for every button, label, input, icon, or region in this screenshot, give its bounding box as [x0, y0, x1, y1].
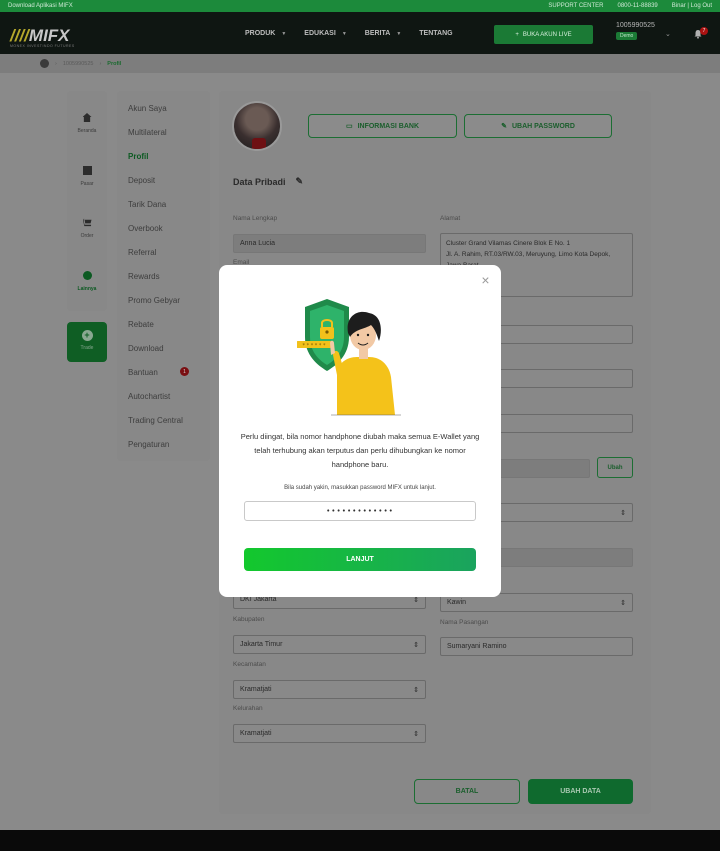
pasangan-field[interactable]: Sumaryani Ramino [440, 637, 633, 656]
breadcrumb-separator: › [55, 60, 57, 67]
left-nav-pasar[interactable]: Pasar [67, 166, 107, 187]
kelurahan-label: Kelurahan [233, 705, 263, 712]
submenu-overbook[interactable]: Overbook [128, 224, 163, 233]
submenu-promo-gebyar[interactable]: Promo Gebyar [128, 296, 180, 305]
kabupaten-select[interactable]: Jakarta Timur ⇕ [233, 635, 426, 654]
submenu-bantuan[interactable]: Bantuan [128, 368, 158, 377]
chevron-down-icon: ▼ [396, 30, 402, 37]
market-icon [82, 166, 92, 175]
submenu-tarik-dana[interactable]: Tarik Dana [128, 200, 166, 209]
pasangan-label: Nama Pasangan [440, 619, 489, 626]
submenu-multilateral[interactable]: Multilateral [128, 128, 167, 137]
continue-button[interactable]: LANJUT [244, 548, 476, 571]
submenu-rewards[interactable]: Rewards [128, 272, 160, 281]
left-nav-beranda[interactable]: Beranda [67, 113, 107, 134]
logo-wordmark: ////MIFX [10, 26, 70, 45]
support-center-link[interactable]: SUPPORT CENTER [548, 3, 603, 9]
left-nav-order[interactable]: Order [67, 218, 107, 239]
more-icon [82, 271, 92, 280]
bantuan-badge: 1 [180, 367, 189, 376]
chevron-down-icon: ▼ [281, 30, 287, 37]
top-info-bar: Download Aplikasi MIFX SUPPORT CENTER 08… [0, 0, 720, 12]
svg-text:* * * * * *: * * * * * * [303, 343, 326, 349]
submenu-profil[interactable]: Profil [128, 152, 148, 161]
close-icon[interactable]: × [479, 273, 492, 287]
trade-button[interactable]: + Trade [67, 322, 107, 362]
breadcrumb: › 1005990525 › Profil [0, 54, 720, 73]
change-phone-button[interactable]: Ubah [597, 457, 633, 478]
nama-field: Anna Lucia [233, 234, 426, 253]
submenu-pengaturan[interactable]: Pengaturan [128, 440, 169, 449]
submenu-download[interactable]: Download [128, 344, 164, 353]
submenu-referral[interactable]: Referral [128, 248, 156, 257]
breadcrumb-separator: › [99, 60, 102, 67]
modal-message: Perlu diingat, bila nomor handphone diub… [240, 432, 480, 469]
chevron-down-icon: ▼ [341, 30, 347, 37]
nama-label: Nama Lengkap [233, 215, 278, 222]
alamat-label: Alamat [440, 215, 461, 222]
nav-produk[interactable]: PRODUK ▼ [245, 30, 286, 37]
bank-info-button[interactable]: ▭ INFORMASI BANK [308, 114, 457, 138]
select-caret-icon: ⇕ [620, 509, 626, 517]
left-nav-lainnya[interactable]: Lainnya [67, 271, 107, 292]
kecamatan-label: Kecamatan [233, 661, 266, 668]
notification-badge: 7 [700, 27, 708, 35]
password-input[interactable] [244, 501, 476, 521]
mifx-logo[interactable]: ////MIFX MONEX INVESTINDO FUTURES [10, 26, 75, 48]
save-data-button[interactable]: UBAH DATA [528, 779, 633, 804]
select-caret-icon: ⇕ [413, 686, 419, 694]
bank-icon: ▭ [345, 123, 353, 130]
submenu-deposit[interactable]: Deposit [128, 176, 155, 185]
breadcrumb-account[interactable]: 1005990525 [63, 61, 94, 67]
breadcrumb-current: Profil [107, 60, 122, 67]
kecamatan-select[interactable]: Kramatjati ⇕ [233, 680, 426, 699]
open-live-account-button[interactable]: + BUKA AKUN LIVE [494, 25, 593, 44]
plus-icon: + [81, 330, 93, 341]
submenu-akun-saya[interactable]: Akun Saya [128, 104, 167, 113]
footer [0, 830, 720, 851]
home-icon [82, 113, 92, 122]
pencil-icon: ✎ [501, 123, 507, 130]
section-title: Data Pribadi ✎ [233, 176, 304, 187]
nav-menu: PRODUK ▼ EDUKASI ▼ BERITA ▼ TENTANG [245, 30, 453, 37]
phone-number[interactable]: 0800-11-88839 [617, 3, 657, 9]
account-type-badge: Demo [616, 32, 638, 40]
submenu-rebate[interactable]: Rebate [128, 320, 154, 329]
home-icon[interactable] [40, 59, 49, 68]
security-shield-illustration: * * * * * * [297, 299, 401, 416]
chevron-down-icon[interactable]: ⌄ [665, 30, 671, 38]
select-caret-icon: ⇕ [413, 730, 419, 738]
modal-hint: Bila sudah yakin, masukkan password MIFX… [284, 485, 436, 491]
left-nav: Beranda Pasar Order Lainnya [67, 91, 107, 311]
change-password-button[interactable]: ✎ UBAH PASSWORD [464, 114, 612, 138]
logo-subtitle: MONEX INVESTINDO FUTURES [10, 44, 75, 48]
cancel-button[interactable]: BATAL [414, 779, 520, 804]
submenu-autochartist[interactable]: Autochartist [128, 392, 170, 401]
nav-edukasi[interactable]: EDUKASI ▼ [304, 30, 346, 37]
cart-icon [82, 218, 92, 227]
nav-tentang[interactable]: TENTANG [419, 30, 452, 37]
edit-pencil-icon[interactable]: ✎ [296, 176, 304, 187]
download-app-link[interactable]: Download Aplikasi MIFX [8, 3, 73, 9]
confirm-phone-change-modal: × * * * * * * Perlu diingat, bila nomor … [219, 265, 501, 597]
kabupaten-label: Kabupaten [233, 616, 265, 623]
account-number: 1005990525 [616, 22, 655, 29]
account-switcher[interactable]: 1005990525 Demo [616, 22, 655, 40]
nav-berita[interactable]: BERITA ▼ [365, 30, 402, 37]
submenu-trading-central[interactable]: Trading Central [128, 416, 183, 425]
user-logout-link[interactable]: Binar | Log Out [672, 3, 712, 9]
plus-icon: + [515, 31, 519, 38]
kelurahan-select[interactable]: Kramatjati ⇕ [233, 724, 426, 743]
avatar[interactable] [232, 101, 282, 151]
top-info-right: SUPPORT CENTER 0800-11-88839 Binar | Log… [548, 3, 712, 9]
select-caret-icon: ⇕ [620, 599, 626, 607]
select-caret-icon: ⇕ [413, 641, 419, 649]
profile-submenu: Akun Saya Multilateral Profil Deposit Ta… [117, 91, 210, 461]
